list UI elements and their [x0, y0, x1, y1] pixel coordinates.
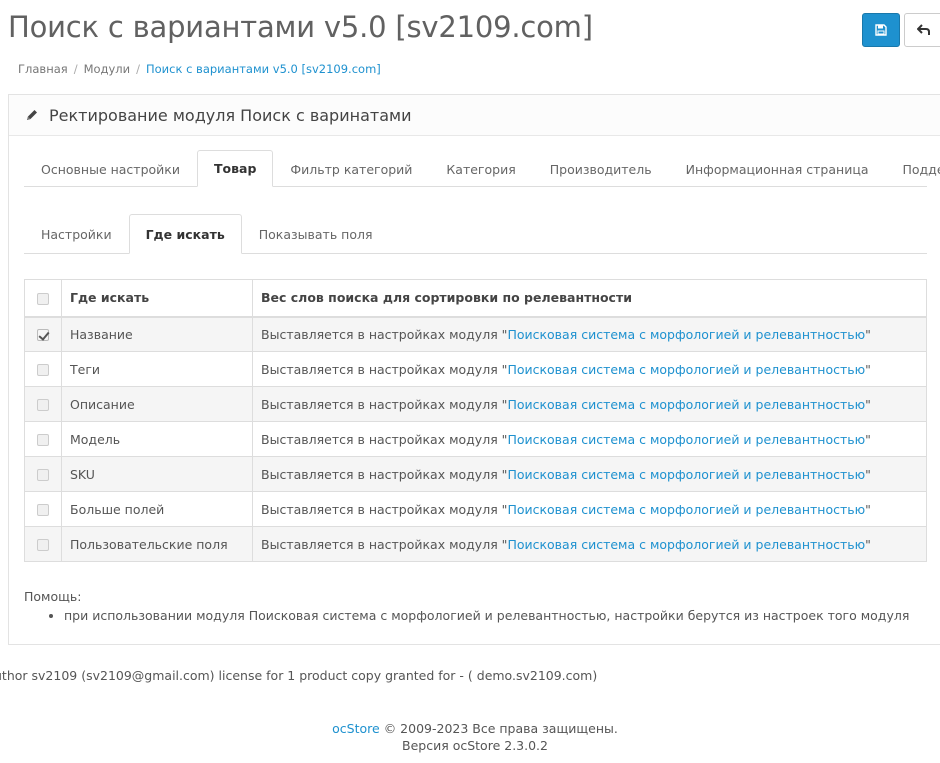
help-label: Помощь: [24, 589, 82, 604]
weight-suffix: " [865, 466, 871, 482]
row-checkbox-cell [24, 386, 62, 422]
row-field-name: Теги [61, 351, 253, 387]
module-link[interactable]: Поисковая система с морфологией и релева… [507, 467, 865, 482]
row-checkbox[interactable] [37, 399, 49, 411]
module-link[interactable]: Поисковая система с морфологией и релева… [507, 432, 865, 447]
help-list: при использовании модуля Поисковая систе… [24, 608, 909, 623]
footer-copyright-line: ocStore © 2009-2023 Все права защищены. [0, 720, 940, 737]
row-checkbox-cell [24, 421, 62, 457]
weight-prefix: Выставляется в настройках модуля " [261, 431, 508, 447]
sub-tabs: Настройки Где искать Показывать поля [24, 214, 927, 254]
tab-product[interactable]: Товар [196, 150, 274, 187]
weight-suffix: " [865, 536, 871, 552]
module-link[interactable]: Поисковая система с морфологией и релева… [507, 362, 865, 377]
weight-suffix: " [865, 431, 871, 447]
table-header-row: Где искать Вес слов поиска для сортировк… [24, 279, 927, 318]
weight-suffix: " [865, 326, 871, 342]
page-title: Поиск с вариантами v5.0 [sv2109.com] [8, 10, 593, 44]
table-row: Пользовательские поля Выставляется в наст… [24, 526, 927, 562]
footer-copyright: © 2009-2023 Все права защищены. [379, 721, 618, 736]
weight-prefix: Выставляется в настройках модуля " [261, 326, 508, 342]
module-link[interactable]: Поисковая система с морфологией и релева… [507, 537, 865, 552]
tab-information[interactable]: Информационная страница [669, 150, 886, 187]
table-row: Описание Выставляется в настройках модуля… [24, 386, 927, 422]
row-checkbox-cell [24, 316, 62, 352]
row-field-name: Больше полей [61, 491, 253, 527]
row-checkbox[interactable] [37, 434, 49, 446]
save-icon [875, 24, 887, 36]
panel-title: Ректирование модуля Поиск с варинатами [49, 105, 412, 125]
subtab-where-search[interactable]: Где искать [128, 214, 242, 254]
tab-category-filter[interactable]: Фильтр категорий [273, 150, 429, 187]
row-checkbox-cell [24, 351, 62, 387]
row-weight-note: Выставляется в настройках модуля "Поиско… [252, 386, 927, 422]
row-field-name: SKU [61, 456, 253, 492]
module-link[interactable]: Поисковая система с морфологией и релева… [507, 502, 865, 517]
subtab-show-fields[interactable]: Показывать поля [242, 214, 390, 254]
table-row: Модель Выставляется в настройках модуля "… [24, 421, 927, 457]
row-checkbox[interactable] [37, 504, 49, 516]
row-weight-note: Выставляется в настройках модуля "Поиско… [252, 526, 927, 562]
tab-category[interactable]: Категория [429, 150, 532, 187]
row-field-name: Модель [61, 421, 253, 457]
row-field-name: Пользовательские поля [61, 526, 253, 562]
row-field-name: Название [61, 316, 253, 352]
tab-manufacturer[interactable]: Производитель [533, 150, 669, 187]
row-weight-note: Выставляется в настройках модуля "Поиско… [252, 421, 927, 457]
weight-prefix: Выставляется в настройках модуля " [261, 396, 508, 412]
row-checkbox-cell [24, 526, 62, 562]
breadcrumb-modules[interactable]: Модули [84, 62, 131, 76]
select-all-checkbox[interactable] [37, 292, 49, 305]
row-weight-note: Выставляется в настройках модуля "Поиско… [252, 456, 927, 492]
weight-prefix: Выставляется в настройках модуля " [261, 466, 508, 482]
weight-prefix: Выставляется в настройках модуля " [261, 501, 508, 517]
table-row: Теги Выставляется в настройках модуля "По… [24, 351, 927, 387]
main-tabs: Основные настройки Товар Фильтр категори… [24, 150, 940, 187]
column-header-where: Где искать [61, 279, 253, 318]
reply-icon [917, 24, 930, 35]
edit-panel: Ректирование модуля Поиск с варинатами О… [8, 94, 940, 645]
row-checkbox[interactable] [37, 469, 49, 481]
tab-general[interactable]: Основные настройки [24, 150, 197, 187]
row-checkbox-cell [24, 456, 62, 492]
footer-version: Версия ocStore 2.3.0.2 [402, 738, 548, 753]
row-checkbox-cell [24, 491, 62, 527]
subtab-settings[interactable]: Настройки [24, 214, 129, 254]
table-row: Название Выставляется в настройках модуля… [24, 316, 927, 352]
table-row: SKU Выставляется в настройках модуля "Пои… [24, 456, 927, 492]
save-button[interactable] [862, 13, 900, 47]
table-row: Больше полей Выставляется в настройках мо… [24, 491, 927, 527]
weight-prefix: Выставляется в настройках модуля " [261, 361, 508, 377]
row-field-name: Описание [61, 386, 253, 422]
breadcrumb-current[interactable]: Поиск с вариантами v5.0 [sv2109.com] [146, 62, 381, 76]
row-weight-note: Выставляется в настройках модуля "Поиско… [252, 491, 927, 527]
column-header-weight: Вес слов поиска для сортировки по релева… [252, 279, 927, 318]
help-item: при использовании модуля Поисковая систе… [64, 608, 909, 623]
pencil-icon [27, 110, 37, 120]
search-fields-table: Где искать Вес слов поиска для сортировк… [24, 279, 927, 562]
back-button[interactable] [904, 13, 940, 47]
module-link[interactable]: Поисковая система с морфологией и релева… [507, 327, 865, 342]
footer: ocStore © 2009-2023 Все права защищены. … [0, 720, 940, 754]
weight-suffix: " [865, 361, 871, 377]
row-weight-note: Выставляется в настройках модуля "Поиско… [252, 316, 927, 352]
select-all-cell [24, 279, 62, 318]
panel-heading: Ректирование модуля Поиск с варинатами [9, 95, 940, 136]
breadcrumb: Главная / Модули / Поиск с вариантами v5.0 [… [18, 62, 381, 76]
help-section: Помощь: при использовании модуля Поисков… [24, 589, 909, 623]
row-weight-note: Выставляется в настройках модуля "Поиско… [252, 351, 927, 387]
weight-prefix: Выставляется в настройках модуля " [261, 536, 508, 552]
weight-suffix: " [865, 501, 871, 517]
module-link[interactable]: Поисковая система с морфологией и релева… [507, 397, 865, 412]
footer-brand-link[interactable]: ocStore [332, 721, 380, 736]
weight-suffix: " [865, 396, 871, 412]
row-checkbox[interactable] [37, 539, 49, 551]
tab-support[interactable]: Поддержка [885, 150, 940, 187]
license-text: uthor sv2109 (sv2109@gmail.com) license … [0, 668, 598, 683]
breadcrumb-home[interactable]: Главная [18, 62, 68, 76]
row-checkbox[interactable] [37, 364, 49, 376]
row-checkbox[interactable] [37, 329, 49, 342]
